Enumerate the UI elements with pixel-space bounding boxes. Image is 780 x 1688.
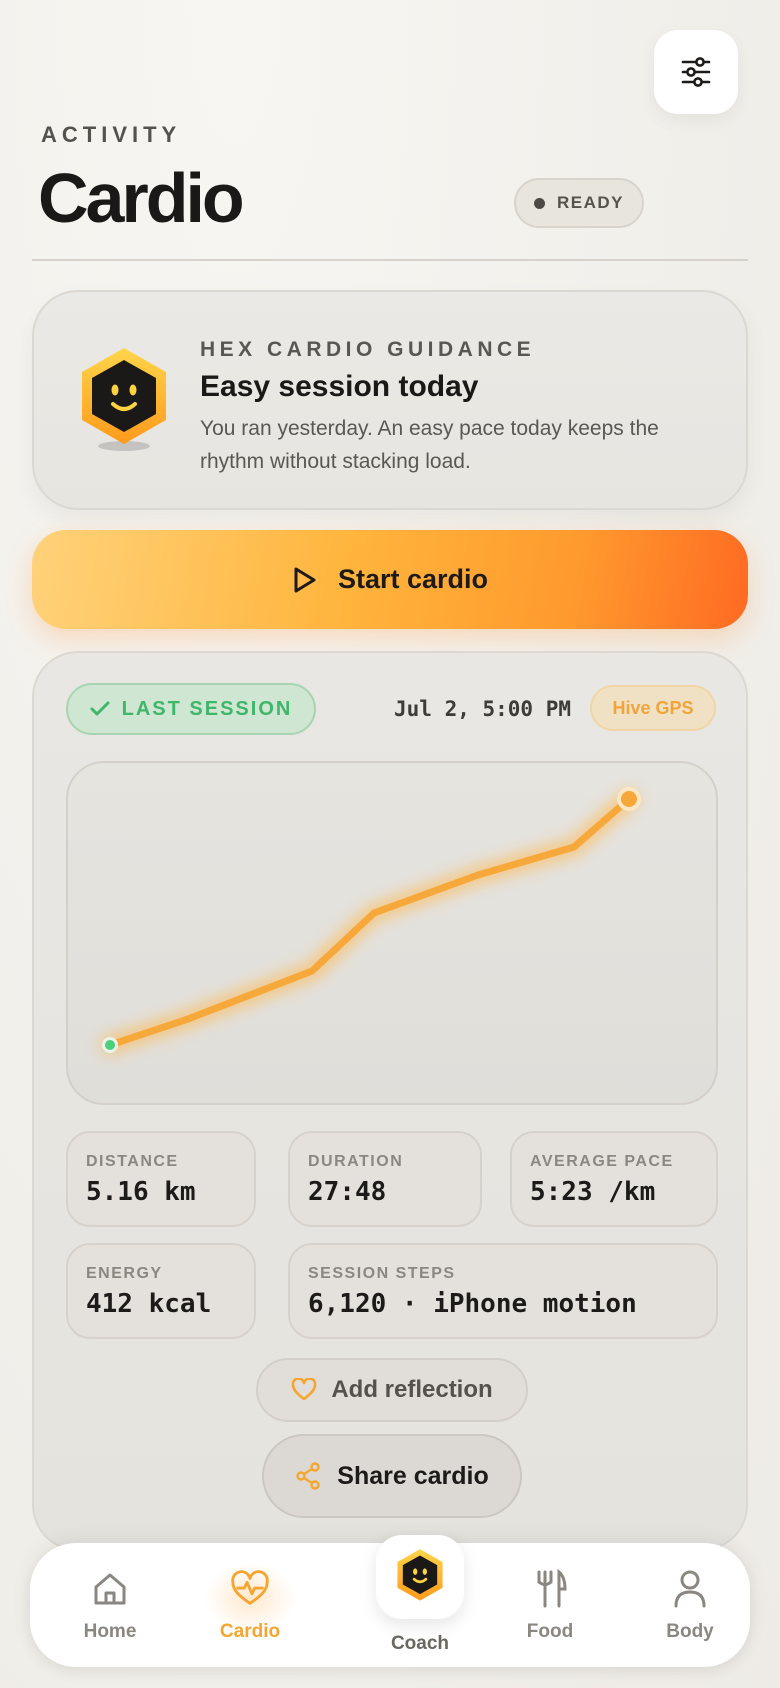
tab-coach[interactable]: Coach xyxy=(348,1535,492,1659)
pace-label: AVERAGE PACE xyxy=(530,1153,674,1170)
average-pace-stat: AVERAGE PACE 5:23 /km xyxy=(510,1131,718,1227)
session-date: Jul 2, 5:00 PM xyxy=(394,697,572,721)
energy-value: 412 kcal xyxy=(86,1289,212,1319)
heart-pulse-icon xyxy=(230,1569,270,1609)
tab-body-label: Body xyxy=(666,1621,714,1642)
status-text: READY xyxy=(556,193,624,212)
guidance-card: HEX CARDIO GUIDANCE Easy session today Y… xyxy=(32,290,748,510)
tab-home-label: Home xyxy=(83,1621,137,1642)
home-icon xyxy=(90,1569,130,1609)
last-session-badge: LAST SESSION xyxy=(66,683,316,735)
coach-bubble xyxy=(376,1535,464,1619)
energy-label: ENERGY xyxy=(86,1265,163,1282)
last-session-label: LAST SESSION xyxy=(121,697,293,720)
tab-home[interactable]: Home xyxy=(50,1569,170,1659)
status-dot-icon xyxy=(533,197,545,209)
guidance-body: You ran yesterday. An easy pace today ke… xyxy=(200,417,659,473)
duration-value: 27:48 xyxy=(308,1177,387,1207)
distance-label: DISTANCE xyxy=(86,1153,179,1170)
tab-cardio-label: Cardio xyxy=(219,1621,281,1642)
session-steps-stat: SESSION STEPS 6,120 · iPhone motion xyxy=(288,1243,718,1339)
pace-value: 5:23 /km xyxy=(530,1177,656,1207)
tab-body[interactable]: Body xyxy=(630,1569,750,1659)
status-badge: READY xyxy=(514,178,644,228)
play-icon xyxy=(294,567,316,592)
guidance-title: Easy session today xyxy=(200,370,479,403)
gps-source-badge: Hive GPS xyxy=(590,685,716,731)
person-icon xyxy=(670,1569,710,1609)
share-cardio-button[interactable]: Share cardio xyxy=(262,1434,522,1518)
add-reflection-label: Add reflection xyxy=(331,1376,493,1403)
duration-stat: DURATION 27:48 xyxy=(288,1131,482,1227)
fork-knife-icon xyxy=(530,1569,570,1609)
route-line xyxy=(100,787,641,1055)
section-eyebrow: ACTIVITY xyxy=(41,122,182,147)
tab-food[interactable]: Food xyxy=(490,1569,610,1659)
tab-food-label: Food xyxy=(526,1621,574,1642)
hex-coach-icon xyxy=(397,1549,443,1601)
distance-stat: DISTANCE 5.16 km xyxy=(66,1131,256,1227)
steps-label: SESSION STEPS xyxy=(308,1265,456,1282)
energy-stat: ENERGY 412 kcal xyxy=(66,1243,256,1339)
distance-value: 5.16 km xyxy=(86,1177,196,1207)
heart-icon xyxy=(292,1378,317,1401)
start-cardio-label: Start cardio xyxy=(337,564,489,594)
share-cardio-label: Share cardio xyxy=(337,1461,489,1490)
bottom-tab-bar: Home Cardio Coach Food Body xyxy=(30,1535,750,1667)
sliders-icon xyxy=(681,57,711,87)
page-title: Cardio xyxy=(38,159,245,237)
add-reflection-button[interactable]: Add reflection xyxy=(256,1358,528,1422)
last-session-card: LAST SESSION Jul 2, 5:00 PM Hive GPS DIS… xyxy=(32,651,748,1551)
hex-mascot-icon xyxy=(82,348,166,451)
start-cardio-button[interactable]: Start cardio xyxy=(32,530,748,629)
steps-value: 6,120 · iPhone motion xyxy=(308,1289,637,1319)
tab-cardio[interactable]: Cardio xyxy=(190,1563,310,1659)
route-map[interactable] xyxy=(66,761,718,1105)
share-icon xyxy=(296,1462,320,1490)
header-divider xyxy=(32,259,748,261)
settings-button[interactable] xyxy=(654,30,738,114)
check-icon xyxy=(90,701,110,716)
tab-coach-label: Coach xyxy=(390,1633,450,1654)
duration-label: DURATION xyxy=(308,1153,404,1170)
guidance-eyebrow: HEX CARDIO GUIDANCE xyxy=(200,338,536,361)
